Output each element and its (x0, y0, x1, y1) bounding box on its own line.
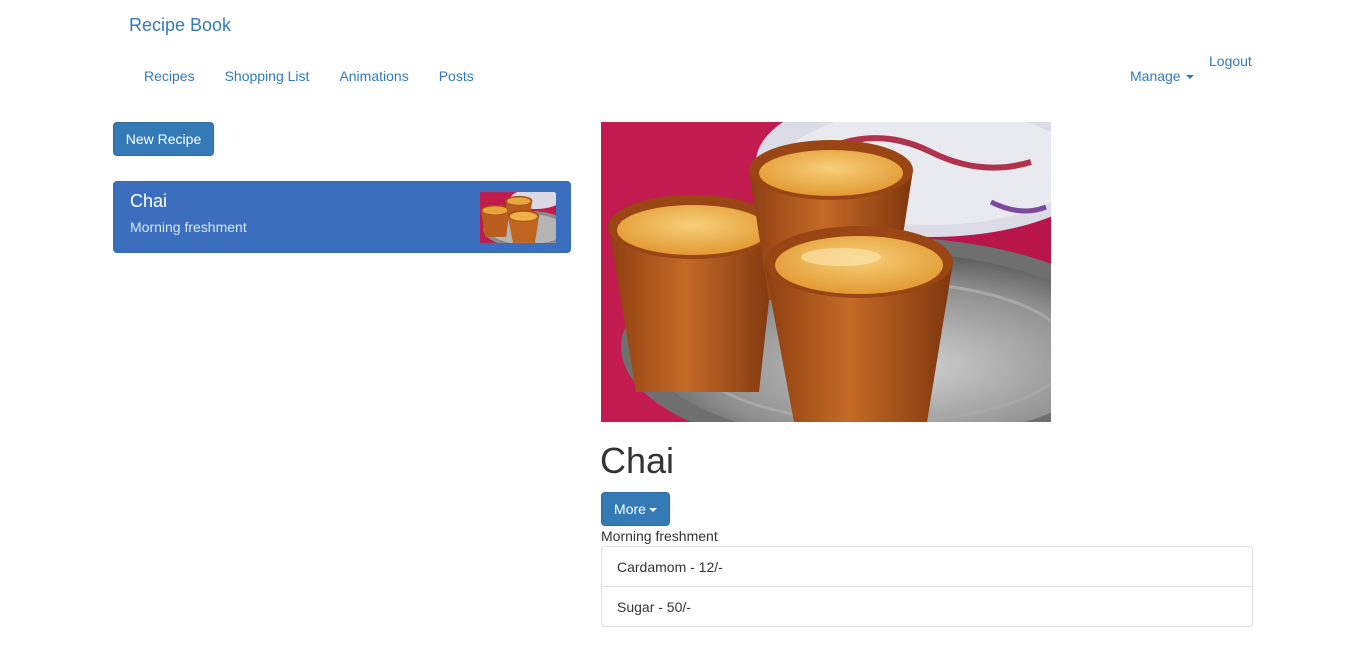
manage-label: Manage (1130, 68, 1181, 84)
nav-item-posts[interactable]: Posts (424, 66, 489, 86)
caret-down-icon (648, 508, 657, 513)
recipe-item-description: Morning freshment (130, 219, 247, 235)
ingredient-item: Cardamom - 12/- (601, 546, 1253, 587)
recipe-item-name: Chai (130, 191, 168, 211)
recipe-list-item[interactable]: Chai Morning freshment (113, 181, 571, 253)
ingredient-item: Sugar - 50/- (601, 586, 1253, 627)
recipe-title: Chai (600, 440, 675, 481)
main-nav: Recipes Shopping List Animations Posts (129, 66, 489, 86)
nav-item-shopping-list[interactable]: Shopping List (210, 66, 325, 86)
brand-link[interactable]: Recipe Book (129, 15, 231, 36)
more-label: More (614, 501, 646, 517)
nav-item-animations[interactable]: Animations (324, 66, 423, 86)
more-dropdown-button[interactable]: More (601, 492, 670, 526)
recipe-thumbnail (480, 192, 556, 243)
manage-dropdown[interactable]: Manage (1130, 66, 1194, 86)
ingredient-list: Cardamom - 12/- Sugar - 50/- (601, 546, 1253, 627)
nav-item-recipes[interactable]: Recipes (129, 66, 210, 86)
new-recipe-button[interactable]: New Recipe (113, 122, 214, 156)
logout-link[interactable]: Logout (1209, 51, 1252, 71)
recipe-description: Morning freshment (601, 528, 718, 544)
recipe-image (601, 122, 1051, 422)
caret-down-icon (1185, 75, 1194, 80)
